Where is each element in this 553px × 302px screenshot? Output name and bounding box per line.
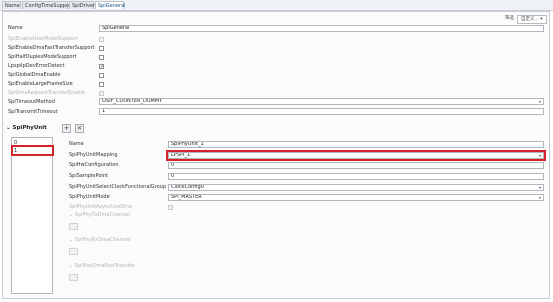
- name-label: Name: [8, 25, 23, 31]
- filter-dropdown[interactable]: 自定义... ▾: [517, 15, 547, 24]
- hw-config-label: SpiHwConfiguration: [69, 162, 119, 168]
- row-label-half-duplex: SpiHalfDuplexModeSupport: [8, 54, 77, 60]
- dma-request-checkbox[interactable]: [99, 91, 104, 96]
- row-label-large-frame: SpiEnableLargeFrameSize: [8, 81, 73, 87]
- global-dma-checkbox[interactable]: [99, 73, 104, 78]
- sample-point-field[interactable]: 0: [168, 173, 544, 180]
- fast-transfer-label: ⌄ SpiMaxDmaFastTransfer: [69, 263, 135, 269]
- chevron-down-icon: ⌄: [6, 125, 11, 131]
- highlight-selected-item: [11, 145, 54, 156]
- chevron-down-icon: ▾: [540, 17, 543, 22]
- row-label-dma-fast-transfer: SpiEnableDmaFastTransferSupport: [8, 45, 95, 51]
- fast-transfer-add-button[interactable]: [69, 274, 78, 281]
- sample-point-label: SpiSamplePoint: [69, 173, 108, 179]
- chevron-down-icon: ▾: [538, 185, 541, 190]
- dma-fast-transfer-checkbox[interactable]: [99, 46, 104, 51]
- rx-dma-channel-label: ⌄ SpiPhyRxDmaChannel: [69, 237, 131, 243]
- phyunit-name-field[interactable]: SpiPhyUnit_1: [168, 141, 544, 148]
- row-label-dev-error-detect: LpspiIpDevErrorDetect: [8, 63, 65, 69]
- editor-tab-bar: Name ConfigTimeSupport SpiDriver SpiGene…: [0, 0, 553, 11]
- add-phyunit-button[interactable]: +: [62, 124, 71, 133]
- name-field[interactable]: SpiGeneral: [99, 25, 544, 32]
- phyunit-mapping-label: SpiPhyUnitMapping: [69, 152, 118, 158]
- tab-spi-driver[interactable]: SpiDriver: [69, 1, 95, 9]
- row-label-user-mode: SpiEnableUserModeSupport: [8, 36, 78, 42]
- hw-config-field[interactable]: 0: [168, 162, 544, 169]
- timeout-method-label: SpiTimeoutMethod: [8, 99, 55, 105]
- half-duplex-checkbox[interactable]: [99, 55, 104, 60]
- row-label-global-dma: SpiGlobalDmaEnable: [8, 72, 61, 78]
- chevron-down-icon: ▾: [538, 99, 541, 104]
- tx-dma-channel-label: ⌄ SpiPhyTxDmaChannel: [69, 212, 130, 218]
- highlight-mapping: [166, 150, 546, 161]
- tab-spi-general[interactable]: SpiGeneral: [95, 1, 125, 9]
- transmit-timeout-label: SpiTransmitTimeout: [8, 109, 58, 115]
- check-icon: ✓: [100, 64, 105, 70]
- rx-dma-add-button[interactable]: [69, 248, 78, 255]
- phyunit-name-label: Name: [69, 141, 84, 147]
- phyunit-mode-select[interactable]: SPI_MASTER ▾: [168, 194, 544, 201]
- async-dma-checkbox[interactable]: [168, 205, 173, 210]
- clock-group-label: SpiPhyUnitSelectClockFunctionalGroup: [69, 184, 167, 190]
- user-mode-checkbox[interactable]: [99, 37, 104, 42]
- phyunit-list: 0 1: [11, 137, 53, 294]
- tab-name[interactable]: Name: [2, 1, 21, 9]
- filter-label: 筛选: [505, 16, 514, 21]
- large-frame-checkbox[interactable]: [99, 82, 104, 87]
- remove-phyunit-button[interactable]: ×: [75, 124, 84, 133]
- timeout-method-select[interactable]: OSIF_COUNTER_DUMMY ▾: [99, 98, 544, 105]
- phyunit-mode-label: SpiPhyUnitMode: [69, 194, 110, 200]
- tx-dma-add-button[interactable]: [69, 223, 78, 230]
- transmit-timeout-field[interactable]: 1: [99, 108, 544, 115]
- clock-group-select[interactable]: ClockConfig0 ▾: [168, 184, 544, 191]
- async-dma-label: SpiPhyUnitAsyncUseDma: [69, 204, 133, 210]
- dev-error-detect-checkbox[interactable]: ✓: [99, 64, 105, 70]
- tab-config-time-support[interactable]: ConfigTimeSupport: [22, 1, 73, 9]
- section-header-spiphyunit[interactable]: ⌄ SpiPhyUnit: [6, 124, 47, 132]
- row-label-dma-request: SpiDmaRequestTransferEnable: [8, 90, 85, 96]
- chevron-down-icon: ▾: [538, 195, 541, 200]
